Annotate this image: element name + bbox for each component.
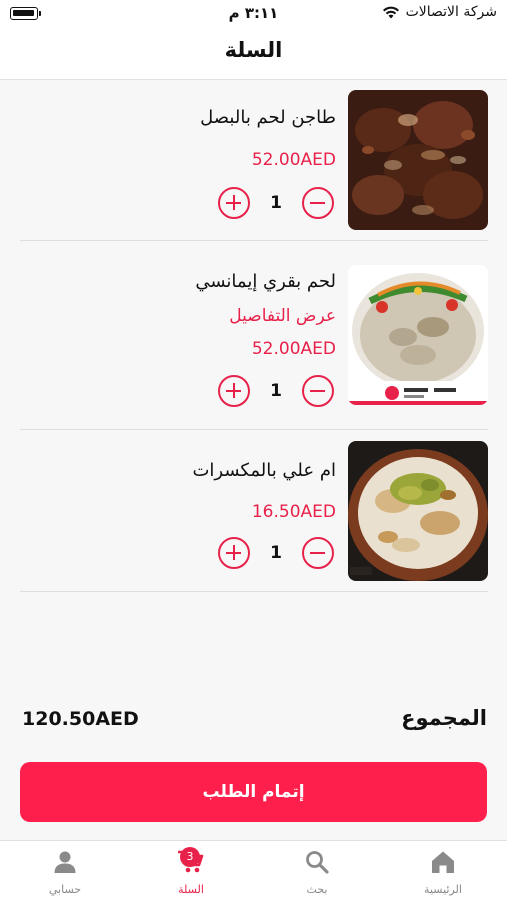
carrier-name: شركة الاتصالات <box>405 4 497 20</box>
home-icon <box>432 851 454 873</box>
tab-label: السلة <box>178 883 204 896</box>
tab-cart[interactable]: 3 السلة <box>128 841 254 900</box>
quantity-stepper: 1 <box>218 537 334 569</box>
total-value: 120.50AED <box>22 708 139 730</box>
quantity-value: 1 <box>270 543 282 563</box>
tab-label: الرئيسية <box>424 883 462 896</box>
cart-list: طاجن لحم بالبصل 52.00AED 1 لحم بقري إيما… <box>20 80 488 592</box>
increase-quantity-button[interactable] <box>218 375 250 407</box>
tab-account[interactable]: حسابي <box>2 841 128 900</box>
increase-quantity-button[interactable] <box>218 187 250 219</box>
item-price: 52.00AED <box>251 150 336 170</box>
tab-bar: حسابي 3 السلة بحث الرئيسية <box>0 840 507 900</box>
status-bar: ٣:١١ م شركة الاتصالات <box>0 0 507 28</box>
quantity-stepper: 1 <box>218 375 334 407</box>
tab-label: بحث <box>306 883 328 896</box>
item-name: طاجن لحم بالبصل <box>200 107 336 128</box>
quantity-stepper: 1 <box>218 187 334 219</box>
tab-home[interactable]: الرئيسية <box>380 841 506 900</box>
quantity-value: 1 <box>270 381 282 401</box>
om-ali-image <box>348 441 488 581</box>
decrease-quantity-button[interactable] <box>302 375 334 407</box>
item-price: 16.50AED <box>251 502 336 522</box>
carrier-info: شركة الاتصالات <box>382 4 497 20</box>
user-icon <box>54 851 76 873</box>
page-title: السلة <box>224 38 283 62</box>
tab-label: حسابي <box>48 883 82 896</box>
cart-item: ام علي بالمكسرات 16.50AED 1 <box>20 430 488 592</box>
quantity-value: 1 <box>270 193 282 213</box>
cart-count-badge: 3 <box>180 847 200 867</box>
search-icon <box>306 851 329 874</box>
wifi-icon <box>382 6 399 18</box>
decrease-quantity-button[interactable] <box>302 537 334 569</box>
item-name: لحم بقري إيمانسي <box>195 271 336 292</box>
increase-quantity-button[interactable] <box>218 537 250 569</box>
item-price: 52.00AED <box>251 339 336 359</box>
total-label: المجموع <box>401 706 487 730</box>
cart-item: لحم بقري إيمانسي عرض التفاصيل 52.00AED 1 <box>20 241 488 430</box>
decrease-quantity-button[interactable] <box>302 187 334 219</box>
cart-screen: ٣:١١ م شركة الاتصالات السلة طاجن لحم بال… <box>0 0 507 900</box>
item-name: ام علي بالمكسرات <box>192 460 336 481</box>
view-details-link[interactable]: عرض التفاصيل <box>229 306 336 326</box>
tab-search[interactable]: بحث <box>254 841 380 900</box>
cart-item: طاجن لحم بالبصل 52.00AED 1 <box>20 80 488 241</box>
beef-stew-image <box>348 90 488 230</box>
beef-emince-image <box>348 265 488 405</box>
checkout-button[interactable]: إتمام الطلب <box>20 762 487 822</box>
header: السلة <box>0 28 507 80</box>
